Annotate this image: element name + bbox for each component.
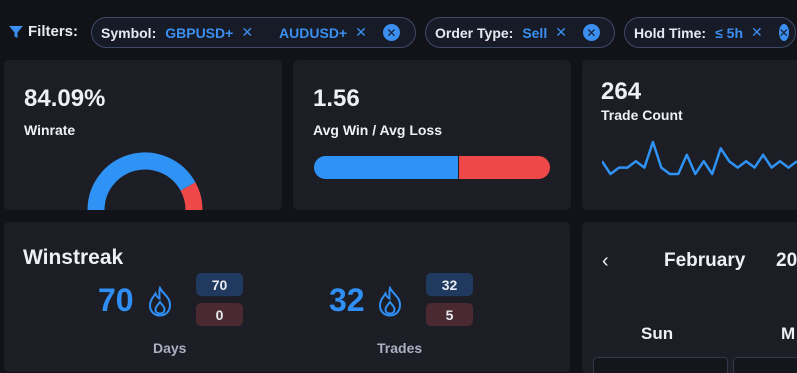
clear-symbol-filter-icon[interactable]: ✕ [382,24,400,41]
winstreak-card: Winstreak 70 70 0 Days 32 32 5 Trades [4,222,570,372]
winrate-label: Winrate [24,122,76,138]
filter-chip-order-type[interactable]: Order Type: Sell ✕ ✕ [425,17,615,48]
winrate-gauge-win-arc [87,152,196,210]
filter-chip-key: Order Type: [435,24,514,41]
filter-value-gbpusd: GBPUSD+ [165,24,234,41]
days-worst-badge: 0 [196,303,243,326]
calendar-weekday-mon: M [781,324,796,343]
filter-value-audusd: AUDUSD+ [279,24,348,41]
avg-win-segment [314,156,458,179]
dashboard: Filters: Symbol: GBPUSD+ ✕ AUDUSD+ ✕ ✕ O… [0,0,797,373]
remove-hold-time-icon[interactable]: ✕ [751,24,763,41]
filter-funnel-icon [9,25,23,38]
winstreak-title: Winstreak [23,246,124,269]
winrate-value: 84.09% [24,85,106,112]
sparkline-line [602,140,797,176]
flame-icon [148,286,172,317]
filter-value-hold-time: ≤ 5h [715,24,743,41]
filter-bar: Filters: Symbol: GBPUSD+ ✕ AUDUSD+ ✕ ✕ O… [0,15,797,49]
prev-month-button[interactable]: ‹ [602,250,609,273]
filter-value-sell: Sell [522,24,548,41]
trade-count-label: Trade Count [601,107,683,123]
avg-win-loss-value: 1.56 [313,85,360,112]
clear-hold-time-filter-icon[interactable]: ✕ [778,24,789,41]
calendar-card: ‹ February 20 Sun M [582,222,797,373]
winstreak-trades-value: 32 [329,282,365,318]
filter-chip-key: Symbol: [101,24,157,41]
trade-count-card: 264 Trade Count [582,60,797,210]
filters-heading: Filters: [9,23,78,40]
filter-chip-hold-time[interactable]: Hold Time: ≤ 5h ✕ ✕ [624,17,796,48]
winstreak-days-label: Days [153,340,187,356]
avg-loss-segment [457,156,550,179]
winstreak-trades-label: Trades [377,340,423,356]
remove-gbpusd-icon[interactable]: ✕ [241,24,253,41]
avg-win-loss-card: 1.56 Avg Win / Avg Loss [293,60,571,210]
calendar-day-cell[interactable] [733,357,797,373]
winrate-gauge [87,152,203,210]
calendar-year: 20 [776,250,797,271]
trade-count-sparkline [602,140,797,176]
trades-best-badge: 32 [426,273,473,296]
trade-count-value: 264 [601,78,642,105]
filters-label: Filters: [28,23,79,40]
remove-sell-icon[interactable]: ✕ [555,24,567,41]
avg-win-loss-label: Avg Win / Avg Loss [313,122,442,138]
winrate-card: 84.09% Winrate [4,60,282,210]
filter-chip-symbol[interactable]: Symbol: GBPUSD+ ✕ AUDUSD+ ✕ ✕ [91,17,416,48]
days-best-badge: 70 [196,273,243,296]
calendar-day-cell[interactable] [593,357,728,373]
win-loss-ratio-bar [314,156,550,179]
winstreak-days-value: 70 [98,282,134,318]
remove-audusd-icon[interactable]: ✕ [355,24,367,41]
calendar-weekday-sun: Sun [641,324,674,343]
winrate-gauge-loss-arc [180,182,203,210]
flame-icon [378,286,402,317]
clear-order-type-filter-icon[interactable]: ✕ [582,24,600,41]
trades-worst-badge: 5 [426,303,473,326]
calendar-month: February [664,250,746,271]
filter-chip-key: Hold Time: [634,24,707,41]
